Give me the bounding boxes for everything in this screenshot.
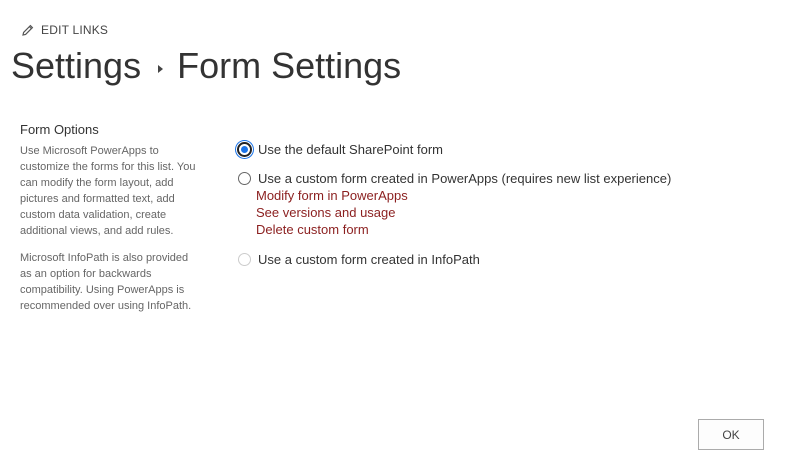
radio-default-form[interactable] [237,141,252,157]
section-description-powerapps: Use Microsoft PowerApps to customize the… [20,145,196,237]
breadcrumb-settings-link[interactable]: Settings [11,44,141,88]
option-infopath-form[interactable]: Use a custom form created in InfoPath [238,250,671,268]
form-options-panel: Form Options Use Microsoft PowerApps to … [20,122,200,325]
ok-button[interactable]: OK [698,419,764,450]
option-default-form-label: Use the default SharePoint form [258,141,443,157]
page-title: Settings Form Settings [11,44,401,88]
section-description-infopath: Microsoft InfoPath is also provided as a… [20,252,192,312]
radio-powerapps-form[interactable] [238,171,251,185]
triangle-right-icon [158,65,164,73]
delete-custom-form-link[interactable]: Delete custom form [256,221,671,238]
breadcrumb-current: Form Settings [177,45,402,86]
powerapps-links: Modify form in PowerApps See versions an… [256,187,671,238]
option-powerapps-form-label: Use a custom form created in PowerApps (… [258,170,672,186]
option-default-form[interactable]: Use the default SharePoint form [237,140,671,158]
radio-infopath-form[interactable] [238,252,251,266]
section-title: Form Options [20,122,99,137]
modify-form-link[interactable]: Modify form in PowerApps [256,187,671,204]
see-versions-link[interactable]: See versions and usage [256,204,671,221]
edit-links-label: EDIT LINKS [41,23,109,37]
edit-links-button[interactable]: EDIT LINKS [22,23,108,37]
option-powerapps-form[interactable]: Use a custom form created in PowerApps (… [238,169,671,187]
pencil-icon [22,24,34,36]
option-infopath-form-label: Use a custom form created in InfoPath [258,251,480,267]
form-options-group: Use the default SharePoint form Use a cu… [237,140,671,268]
